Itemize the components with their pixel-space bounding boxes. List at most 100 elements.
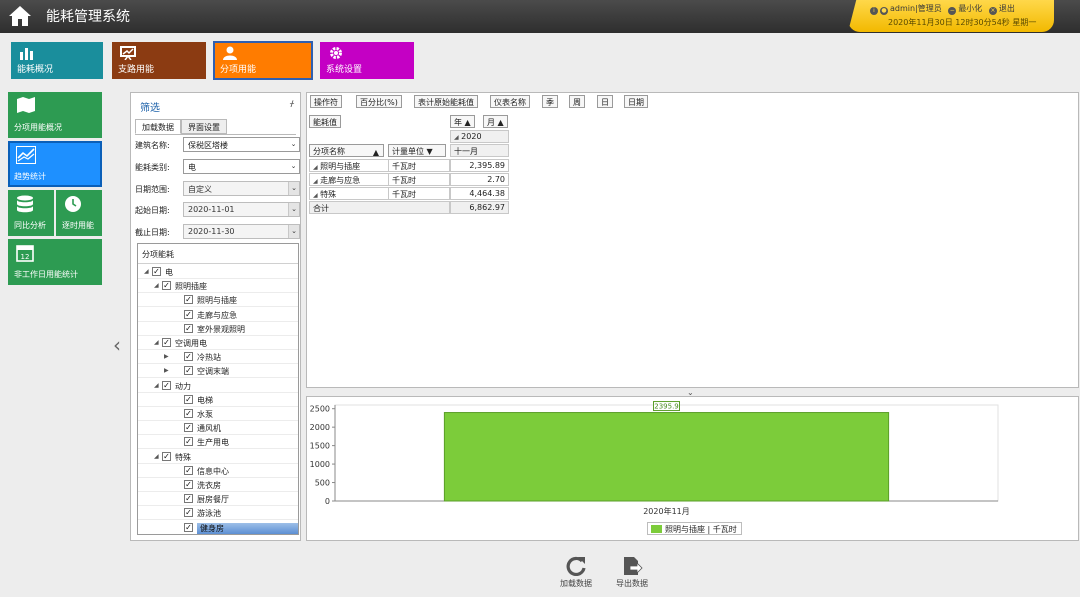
filter-field-day[interactable]: 日: [597, 95, 613, 108]
minimize-button[interactable]: 最小化: [958, 4, 982, 13]
pin-icon[interactable]: ᚋ: [290, 99, 294, 108]
info-icon[interactable]: i: [870, 7, 878, 15]
tree-node[interactable]: ✓ 通风机: [138, 421, 298, 436]
nav-itemized-energy[interactable]: 分项用能: [213, 41, 313, 80]
collapse-icon: ◢: [313, 164, 318, 171]
checkbox-checked-icon[interactable]: ✓: [184, 366, 193, 376]
collapse-icon[interactable]: ◢: [144, 268, 149, 275]
filter-field-week[interactable]: 周: [569, 95, 585, 108]
tree-node[interactable]: ✓ 照明与插座: [138, 293, 298, 308]
tree-node-label: 健身房: [197, 522, 298, 534]
row-field-unit[interactable]: 计量单位 ▼: [388, 144, 446, 157]
building-select[interactable]: 保税区塔楼 ⌄: [183, 137, 300, 152]
checkbox-checked-icon[interactable]: ✓: [184, 295, 193, 305]
checkbox-checked-icon[interactable]: ✓: [152, 267, 161, 276]
collapse-icon[interactable]: ◢: [154, 453, 159, 460]
checkbox-checked-icon[interactable]: ✓: [162, 281, 171, 291]
datetime: 2020年11月30日 12时30分54秒 星期一: [888, 18, 1037, 27]
filter-field-raw-meter[interactable]: 表计原始能耗值: [414, 95, 478, 108]
export-data-button[interactable]: 导出数据: [607, 556, 657, 592]
checkbox-checked-icon[interactable]: ✓: [184, 465, 193, 475]
checkbox-checked-icon[interactable]: ✓: [162, 451, 171, 461]
nav-energy-overview[interactable]: 能耗概况: [11, 42, 103, 79]
close-icon[interactable]: ×: [988, 7, 997, 15]
tree-node[interactable]: ✓ 信息中心: [138, 464, 298, 478]
tree-node[interactable]: ✓ 厨房餐厅: [138, 492, 298, 507]
filter-field-meter-name[interactable]: 仪表名称: [490, 95, 530, 108]
minimize-icon[interactable]: −: [948, 7, 957, 15]
data-field-energy[interactable]: 能耗值: [309, 115, 341, 128]
col-field-month[interactable]: 月 ▲: [483, 115, 508, 128]
filter-field-percent[interactable]: 百分比(%): [356, 95, 402, 108]
side-hourly-energy[interactable]: 逐时用能: [56, 190, 102, 236]
tree-node[interactable]: ✓ 游泳池: [138, 506, 298, 521]
checkbox-checked-icon[interactable]: ✓: [184, 508, 193, 518]
tree-node-label: 空调末端: [197, 367, 229, 377]
year-header[interactable]: ◢ 2020: [450, 130, 509, 143]
table-row[interactable]: ◢ 特殊: [309, 187, 389, 200]
side-trend-statistics[interactable]: 趋势统计: [8, 141, 102, 187]
tree-node[interactable]: ✓ 水泵: [138, 407, 298, 421]
collapse-panel-chevron-icon[interactable]: ‹: [113, 333, 121, 357]
tree-node[interactable]: ◢ ✓ 空调用电: [138, 336, 298, 350]
col-field-year[interactable]: 年 ▲: [450, 115, 475, 128]
filter-field-quarter[interactable]: 季: [542, 95, 558, 108]
collapse-icon: ◢: [313, 192, 318, 199]
refresh-icon: [566, 556, 586, 576]
start-date-picker[interactable]: 2020-11-01 ⌄: [183, 202, 300, 217]
row-field-item-name[interactable]: 分项名称 ▲: [309, 144, 384, 157]
tree-node[interactable]: ◢ ✓ 照明插座: [138, 279, 298, 294]
checkbox-checked-icon[interactable]: ✓: [184, 480, 193, 489]
tab-ui-settings[interactable]: 界面设置: [181, 119, 227, 134]
table-row[interactable]: ◢ 走廊与应急: [309, 173, 389, 186]
checkbox-checked-icon[interactable]: ✓: [162, 338, 171, 347]
collapse-icon[interactable]: ◢: [154, 282, 159, 289]
nav-system-settings[interactable]: 系统设置: [320, 42, 414, 79]
tree-node[interactable]: ✓ 健身房: [138, 521, 298, 534]
home-icon[interactable]: [8, 5, 32, 27]
chevron-down-icon: ⌄: [290, 162, 297, 170]
checkbox-checked-icon[interactable]: ✓: [184, 352, 193, 362]
nav-branch-energy[interactable]: 支路用能: [112, 42, 206, 79]
filter-field-date[interactable]: 日期: [624, 95, 648, 108]
load-data-button[interactable]: 加载数据: [551, 556, 601, 592]
checkbox-checked-icon[interactable]: ✓: [184, 494, 193, 504]
side-nonworkday-statistics[interactable]: 12 非工作日用能统计: [8, 239, 102, 285]
date-range-select[interactable]: 自定义 ⌄: [183, 181, 300, 196]
collapse-icon[interactable]: ◢: [154, 382, 159, 389]
tree-node-label: 生产用电: [197, 438, 229, 448]
filter-down-icon: ▼: [426, 147, 433, 156]
checkbox-checked-icon[interactable]: ✓: [184, 409, 193, 418]
total-value: 6,862.97: [450, 201, 509, 214]
tree-node[interactable]: ▶ ✓ 冷热站: [138, 350, 298, 365]
expand-icon[interactable]: ▶: [164, 353, 169, 360]
tree-node[interactable]: ◢ ✓ 电: [138, 265, 298, 279]
side-itemized-overview[interactable]: 分项用能概况: [8, 92, 102, 138]
side-yoy-analysis[interactable]: 同比分析: [8, 190, 54, 236]
checkbox-checked-icon[interactable]: ✓: [184, 423, 193, 433]
checkbox-checked-icon[interactable]: ✓: [184, 309, 193, 319]
tree-node[interactable]: ▶ ✓ 空调末端: [138, 364, 298, 379]
tree-node[interactable]: ✓ 电梯: [138, 393, 298, 407]
tree-node[interactable]: ◢ ✓ 动力: [138, 379, 298, 393]
tree-node[interactable]: ✓ 洗衣房: [138, 478, 298, 492]
checkbox-checked-icon[interactable]: ✓: [184, 437, 193, 447]
table-row[interactable]: ◢ 照明与插座: [309, 159, 389, 172]
expand-icon[interactable]: ▶: [164, 367, 169, 374]
tree-node[interactable]: ✓ 生产用电: [138, 435, 298, 450]
checkbox-checked-icon[interactable]: ✓: [184, 522, 193, 532]
tree-node[interactable]: ✓ 走廊与应急: [138, 308, 298, 322]
checkbox-checked-icon[interactable]: ✓: [162, 380, 171, 390]
tree-node[interactable]: ◢ ✓ 特殊: [138, 450, 298, 464]
checkbox-checked-icon[interactable]: ✓: [184, 394, 193, 404]
filter-field-operator[interactable]: 操作符: [310, 95, 342, 108]
end-date-picker[interactable]: 2020-11-30 ⌄: [183, 224, 300, 239]
tree-node-label: 信息中心: [197, 466, 229, 476]
checkbox-checked-icon[interactable]: ✓: [184, 323, 193, 333]
logout-button[interactable]: 退出: [999, 4, 1015, 13]
tree-node[interactable]: ✓ 室外景观照明: [138, 322, 298, 336]
tab-load-data[interactable]: 加载数据: [135, 119, 181, 134]
collapse-icon[interactable]: ◢: [154, 339, 159, 346]
date-range-row: 日期范围: 自定义 ⌄: [135, 181, 300, 196]
energy-type-select[interactable]: 电 ⌄: [183, 159, 300, 174]
